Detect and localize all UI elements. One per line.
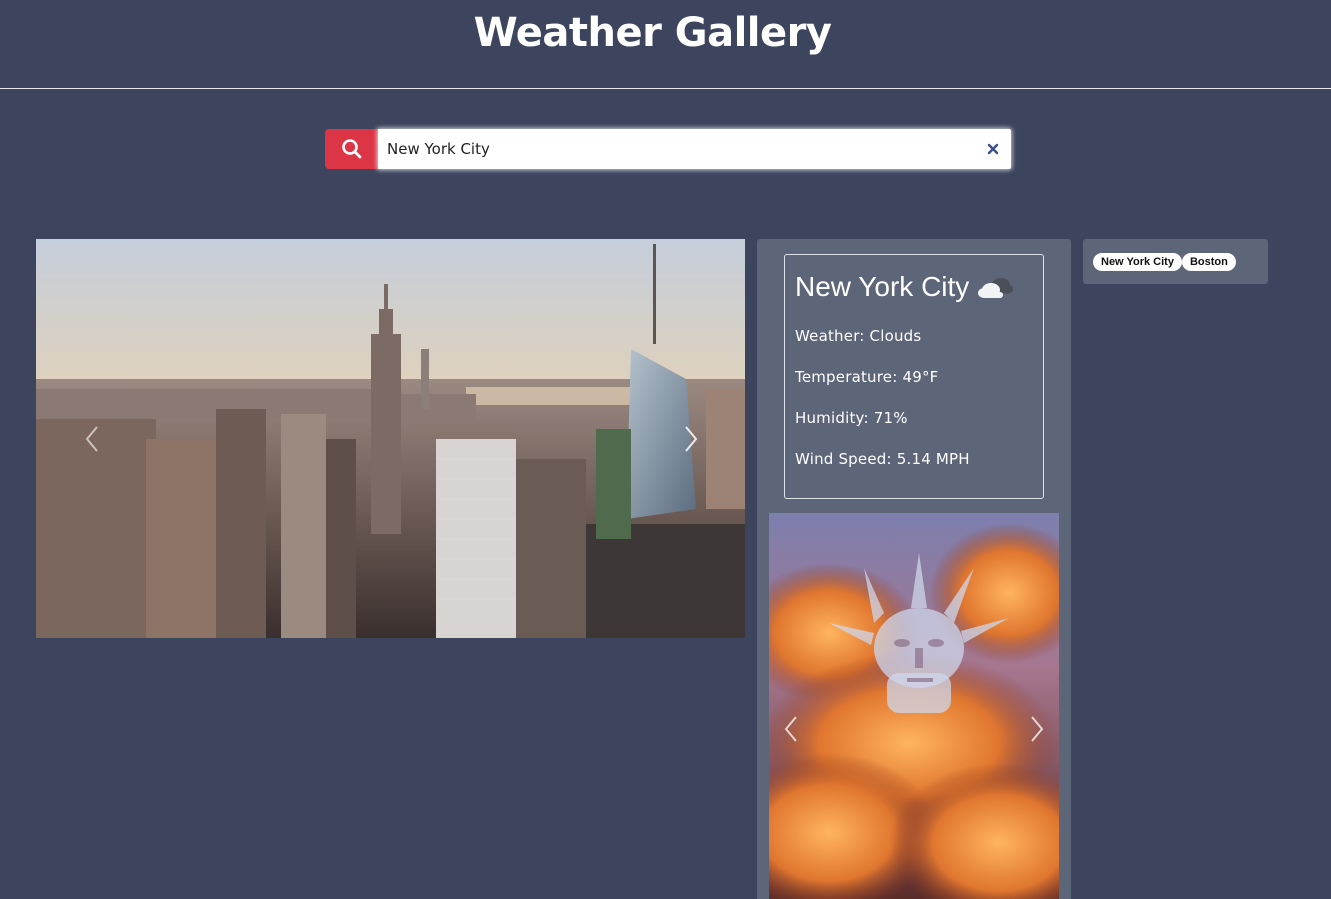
- wind-speed-label: Wind Speed:: [795, 450, 892, 468]
- chevron-right-icon[interactable]: [1029, 715, 1045, 743]
- temperature-label: Temperature:: [795, 368, 898, 386]
- liberty-clouds-image: [769, 513, 1059, 899]
- chevron-left-icon[interactable]: [84, 425, 100, 453]
- search-input[interactable]: [378, 129, 977, 169]
- search-history: New York City Boston: [1083, 239, 1268, 284]
- close-icon[interactable]: [985, 141, 1001, 157]
- weather-condition: Weather: Clouds: [795, 327, 921, 345]
- weather-card: New York City Weather: Clouds Temperature…: [784, 254, 1044, 499]
- city-image-carousel: [36, 239, 745, 638]
- search-bar: [325, 129, 1011, 169]
- page-title: Weather Gallery: [473, 10, 832, 56]
- temperature-value: 49°F: [902, 368, 939, 386]
- weather-condition-label: Weather:: [795, 327, 865, 345]
- temperature: Temperature: 49°F: [795, 368, 939, 386]
- wind-speed-value: 5.14 MPH: [896, 450, 970, 468]
- history-item-boston[interactable]: Boston: [1181, 253, 1236, 271]
- humidity-label: Humidity:: [795, 409, 869, 427]
- city-skyline-image: [36, 239, 745, 638]
- weather-gif-carousel: [769, 513, 1059, 899]
- search-icon: [341, 139, 361, 159]
- chevron-right-icon[interactable]: [683, 425, 699, 453]
- wind-speed: Wind Speed: 5.14 MPH: [795, 450, 970, 468]
- city-name: New York City: [795, 271, 970, 302]
- city-heading: New York City: [795, 271, 1015, 303]
- page-header: Weather Gallery: [0, 0, 1331, 89]
- weather-condition-value: Clouds: [869, 327, 922, 345]
- clouds-icon: [978, 278, 1014, 298]
- search-field: [378, 129, 1011, 169]
- chevron-left-icon[interactable]: [783, 715, 799, 743]
- search-button[interactable]: [325, 129, 378, 169]
- humidity-value: 71%: [873, 409, 908, 427]
- history-tags: New York City Boston: [1093, 253, 1236, 271]
- humidity: Humidity: 71%: [795, 409, 908, 427]
- history-item-new-york-city[interactable]: New York City: [1093, 253, 1182, 271]
- weather-panel: New York City Weather: Clouds Temperature…: [757, 239, 1071, 899]
